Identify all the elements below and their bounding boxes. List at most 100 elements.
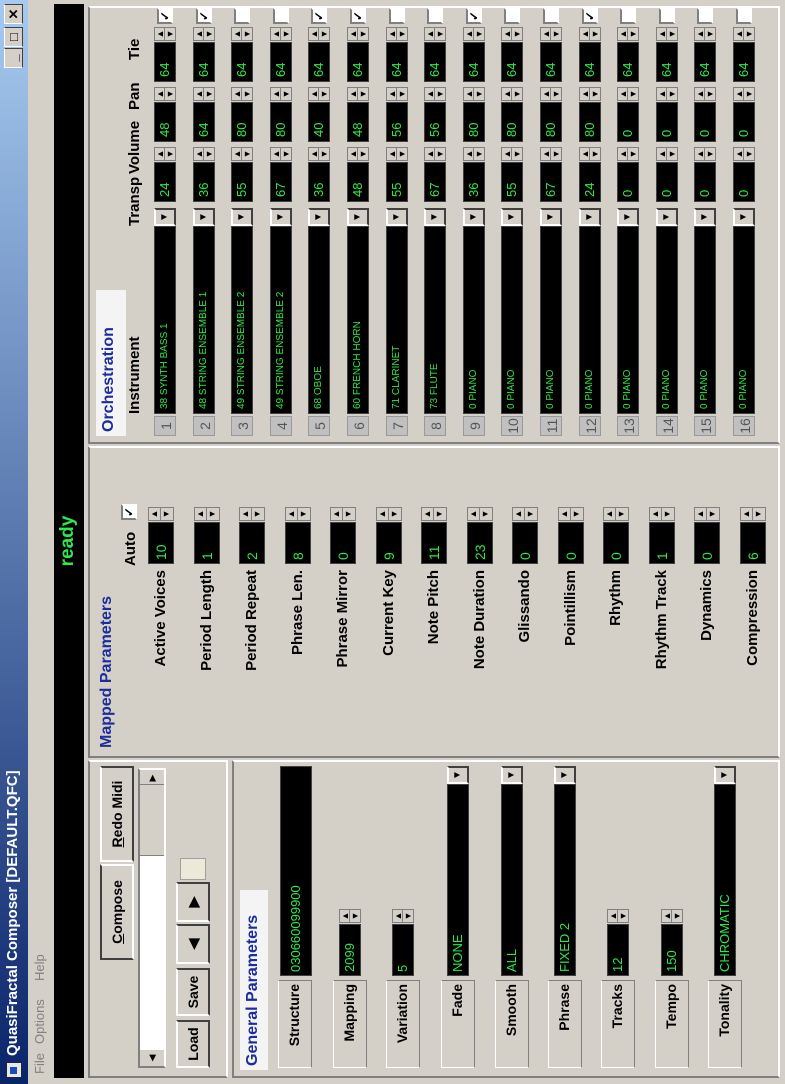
spin-up-icon[interactable]: ▲ <box>463 88 474 100</box>
volume-stepper[interactable]: ▲ ▼ <box>655 87 678 101</box>
spin-up-icon[interactable]: ▲ <box>618 28 629 40</box>
spin-up-icon[interactable]: ▲ <box>270 28 281 40</box>
spin-up-icon[interactable]: ▲ <box>467 508 480 520</box>
spin-up-icon[interactable]: ▲ <box>155 28 165 40</box>
spin-up-icon[interactable]: ▲ <box>155 148 165 160</box>
dropdown-arrow-icon[interactable]: ▼ <box>655 208 678 226</box>
spin-down-icon[interactable]: ▼ <box>744 88 754 100</box>
pan-stepper[interactable]: ▲ ▼ <box>617 27 640 41</box>
instrument-select[interactable]: 49 STRING ENSEMBLE 2 <box>269 226 292 414</box>
spin-down-icon[interactable]: ▼ <box>480 508 492 520</box>
spin-down-icon[interactable]: ▼ <box>667 88 677 100</box>
spin-down-icon[interactable]: ▼ <box>358 88 368 100</box>
spin-down-icon[interactable]: ▼ <box>397 28 407 40</box>
spin-up-icon[interactable]: ▲ <box>695 88 706 100</box>
transp-stepper[interactable]: ▲ ▼ <box>231 147 254 161</box>
mapping-field[interactable]: 2099 <box>339 924 361 976</box>
instrument-select[interactable]: 71 CLARINET <box>385 226 408 414</box>
spin-down-icon[interactable]: ▼ <box>204 148 214 160</box>
volume-field[interactable]: 80 <box>269 102 292 142</box>
spin-up-icon[interactable]: ▲ <box>513 508 525 520</box>
instrument-select[interactable]: 0 PIANO <box>540 226 562 414</box>
pan-stepper[interactable]: ▲ ▼ <box>308 27 331 41</box>
tie-checkbox[interactable] <box>658 8 675 24</box>
instrument-select[interactable]: 68 OBOE <box>308 226 331 414</box>
volume-field[interactable]: 56 <box>424 102 447 142</box>
spin-down-icon[interactable]: ▼ <box>525 508 537 520</box>
spin-up-icon[interactable]: ▲ <box>579 88 590 100</box>
spin-up-icon[interactable]: ▲ <box>194 508 207 520</box>
spin-up-icon[interactable]: ▲ <box>649 508 662 520</box>
tie-checkbox[interactable] <box>427 8 444 24</box>
pan-stepper[interactable]: ▲ ▼ <box>578 27 601 41</box>
volume-stepper[interactable]: ▲ ▼ <box>154 87 176 101</box>
spin-up-icon[interactable]: ▲ <box>541 88 551 100</box>
spin-up-icon[interactable]: ▲ <box>331 508 343 520</box>
pan-field[interactable]: 64 <box>269 42 292 82</box>
pan-stepper[interactable]: ▲ ▼ <box>154 27 176 41</box>
pan-stepper[interactable]: ▲ ▼ <box>231 27 254 41</box>
transp-stepper[interactable]: ▲ ▼ <box>501 147 524 161</box>
spin-down-icon[interactable]: ▼ <box>474 88 484 100</box>
phrase-dropdown[interactable]: FIXED 2 <box>554 784 576 976</box>
spin-down-icon[interactable]: ▼ <box>435 28 445 40</box>
close-button[interactable]: ✕ <box>4 4 23 24</box>
transp-stepper[interactable]: ▲ ▼ <box>308 147 331 161</box>
dropdown-arrow-icon[interactable]: ▼ <box>501 766 523 784</box>
phrase-len--field[interactable]: 8 <box>284 522 311 564</box>
spin-down-icon[interactable]: ▼ <box>281 148 291 160</box>
pan-field[interactable]: 64 <box>733 42 755 82</box>
spin-down-icon[interactable]: ▼ <box>350 910 360 922</box>
transp-stepper[interactable]: ▲ ▼ <box>269 147 292 161</box>
spin-down-icon[interactable]: ▼ <box>435 148 445 160</box>
tie-checkbox[interactable] <box>697 8 714 24</box>
transp-stepper[interactable]: ▲ ▼ <box>347 147 369 161</box>
note-pitch-stepper[interactable]: ▲ ▼ <box>421 507 447 521</box>
tie-checkbox[interactable] <box>736 8 752 24</box>
volume-field[interactable]: 0 <box>733 102 755 142</box>
spin-down-icon[interactable]: ▼ <box>667 28 677 40</box>
dropdown-arrow-icon[interactable]: ▼ <box>347 208 369 226</box>
spin-up-icon[interactable]: ▲ <box>270 88 281 100</box>
scrollbar-thumb[interactable] <box>140 784 164 856</box>
spin-up-icon[interactable]: ▲ <box>463 148 474 160</box>
spin-up-icon[interactable]: ▲ <box>502 148 513 160</box>
pointillism-stepper[interactable]: ▲ ▼ <box>557 507 584 521</box>
spin-up-icon[interactable]: ▲ <box>270 148 281 160</box>
note-duration-field[interactable]: 23 <box>466 522 493 564</box>
dropdown-arrow-icon[interactable]: ▼ <box>694 208 717 226</box>
compression-stepper[interactable]: ▲ ▼ <box>739 507 766 521</box>
volume-field[interactable]: 0 <box>655 102 678 142</box>
spin-up-icon[interactable]: ▲ <box>734 28 744 40</box>
pan-field[interactable]: 64 <box>347 42 369 82</box>
transp-stepper[interactable]: ▲ ▼ <box>385 147 408 161</box>
instrument-select[interactable]: 0 PIANO <box>655 226 678 414</box>
spin-down-icon[interactable]: ▼ <box>242 148 252 160</box>
transp-field[interactable]: 48 <box>347 162 369 202</box>
transp-field[interactable]: 0 <box>694 162 717 202</box>
spin-up-icon[interactable]: ▲ <box>193 148 204 160</box>
tracks-stepper[interactable]: ▲ ▼ <box>607 909 629 923</box>
volume-field[interactable]: 40 <box>308 102 331 142</box>
maximize-button[interactable]: □ <box>4 27 23 47</box>
save-button[interactable]: Save <box>176 968 210 1016</box>
dropdown-arrow-icon[interactable]: ▼ <box>501 208 524 226</box>
pan-field[interactable]: 64 <box>540 42 562 82</box>
spin-up-icon[interactable]: ▲ <box>340 910 350 922</box>
instrument-select[interactable]: 0 PIANO <box>462 226 485 414</box>
pan-stepper[interactable]: ▲ ▼ <box>347 27 369 41</box>
dropdown-arrow-icon[interactable]: ▼ <box>462 208 485 226</box>
spin-up-icon[interactable]: ▲ <box>734 148 744 160</box>
spin-down-icon[interactable]: ▼ <box>319 88 329 100</box>
dropdown-arrow-icon[interactable]: ▼ <box>733 208 755 226</box>
pan-stepper[interactable]: ▲ ▼ <box>385 27 408 41</box>
pointillism-field[interactable]: 0 <box>557 522 584 564</box>
rhythm-track-stepper[interactable]: ▲ ▼ <box>648 507 675 521</box>
glissando-field[interactable]: 0 <box>512 522 538 564</box>
spin-down-icon[interactable]: ▼ <box>165 88 175 100</box>
spin-up-icon[interactable]: ▲ <box>285 508 298 520</box>
spin-down-icon[interactable]: ▼ <box>204 88 214 100</box>
pan-field[interactable]: 64 <box>617 42 640 82</box>
spin-up-icon[interactable]: ▲ <box>502 88 513 100</box>
pan-field[interactable]: 64 <box>424 42 447 82</box>
